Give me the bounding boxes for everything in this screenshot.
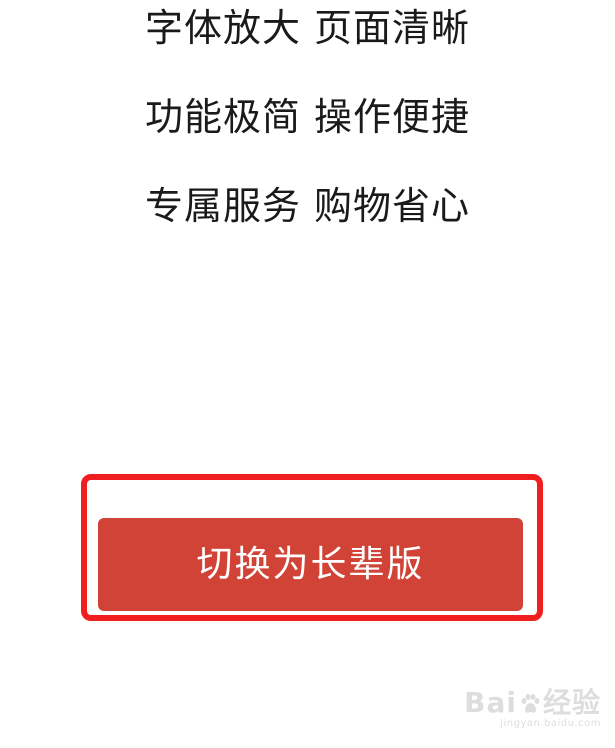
baidu-paw-icon bbox=[521, 694, 540, 713]
watermark-brand-left: Bai bbox=[464, 686, 517, 719]
baidu-jingyan-watermark: Bai 经验 jingyan.baidu.com bbox=[464, 688, 601, 730]
watermark-brand-right: 经验 bbox=[542, 686, 601, 719]
switch-to-elder-mode-button[interactable]: 切换为长辈版 bbox=[98, 518, 523, 611]
feature-line-font-size: 字体放大 页面清晰 bbox=[144, 6, 471, 50]
feature-line-simple-operation: 功能极简 操作便捷 bbox=[144, 95, 471, 139]
watermark-site: jingyan.baidu.com bbox=[500, 718, 601, 729]
feature-line-exclusive-service: 专属服务 购物省心 bbox=[144, 184, 471, 228]
